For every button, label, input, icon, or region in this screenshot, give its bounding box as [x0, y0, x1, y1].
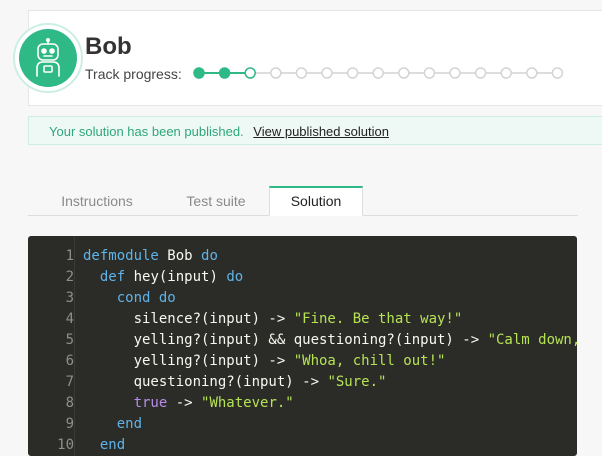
code-token: "Calm down, — [487, 332, 577, 348]
code-line: yelling?(input) -> "Whoa, chill out!" — [83, 351, 577, 372]
code-token: do — [158, 290, 176, 306]
progress-step — [244, 67, 256, 79]
line-number: 5 — [65, 332, 74, 348]
code-line: yelling?(input) && questioning?(input) -… — [83, 330, 577, 351]
code-token: "Whoa, chill out!" — [293, 353, 446, 369]
code-token: yelling?(input) && questioning?(input) -… — [83, 332, 488, 348]
progress-step — [398, 67, 410, 79]
exercise-header: Bob Track progress: — [13, 10, 602, 106]
code-token: def — [99, 269, 126, 285]
tab-instructions[interactable]: Instructions — [28, 186, 166, 214]
progress-step — [551, 67, 564, 79]
tab-test-suite[interactable]: Test suite — [166, 186, 266, 214]
avatar-ring — [13, 23, 83, 93]
code-lines: defmodule Bob do def hey(input) do cond … — [83, 246, 577, 456]
code-token: questioning?(input) -> — [83, 374, 328, 390]
exercise-title: Bob — [85, 33, 132, 60]
code-token: end — [116, 416, 143, 432]
progress-step — [218, 67, 231, 79]
code-token: end — [99, 437, 126, 453]
line-number: 7 — [65, 374, 74, 390]
progress-step — [526, 67, 538, 79]
progress-step — [270, 67, 282, 79]
robot-icon — [36, 38, 60, 77]
track-progress-bar — [193, 67, 564, 79]
code-line: end — [83, 435, 577, 456]
progress-step — [474, 67, 487, 79]
code-token: defmodule — [83, 248, 159, 264]
code-line: def hey(input) do — [83, 267, 577, 288]
code-line: silence?(input) -> "Fine. Be that way!" — [83, 309, 577, 330]
code-token: "Whatever." — [201, 395, 294, 411]
line-number: 6 — [65, 353, 74, 369]
code-line: cond do — [83, 288, 577, 309]
line-number: 10 — [57, 437, 74, 453]
progress-step — [423, 67, 436, 79]
exercise-tabs: Instructions Test suite Solution — [28, 186, 578, 216]
code-token: -> — [167, 395, 202, 411]
progress-step — [500, 67, 512, 79]
published-banner: Your solution has been published. View p… — [28, 116, 602, 145]
code-token: Bob — [158, 248, 202, 264]
track-progress-label: Track progress: — [85, 66, 182, 82]
progress-step — [193, 67, 205, 79]
line-number: 9 — [65, 416, 74, 432]
code-token: cond — [116, 290, 151, 306]
solution-code-block: 1 2 3 4 5 6 7 8 9 10 defmodule Bob do def hey(inp… — [28, 236, 577, 456]
code-line: defmodule Bob do — [83, 246, 577, 267]
code-token: do — [226, 269, 244, 285]
progress-step — [346, 67, 359, 79]
view-published-solution-link[interactable]: View published solution — [253, 124, 389, 139]
line-numbers: 1 2 3 4 5 6 7 8 9 10 — [28, 246, 74, 456]
line-number: 3 — [65, 290, 74, 306]
line-number: 2 — [65, 269, 74, 285]
code-token: do — [201, 248, 218, 264]
progress-step — [449, 67, 461, 79]
line-number: 1 — [65, 248, 74, 264]
progress-step — [372, 67, 384, 79]
line-number: 4 — [65, 311, 74, 327]
gutter-divider — [74, 236, 75, 456]
code-token: hey(input) — [125, 269, 227, 285]
code-line: questioning?(input) -> "Sure." — [83, 372, 577, 393]
code-token: yelling?(input) -> — [83, 353, 294, 369]
code-token: "Fine. Be that way!" — [293, 311, 463, 327]
tab-solution[interactable]: Solution — [269, 186, 363, 216]
progress-step — [295, 67, 308, 79]
code-token: true — [133, 395, 168, 411]
progress-step — [321, 67, 333, 79]
avatar — [19, 29, 77, 87]
code-line: true -> "Whatever." — [83, 393, 577, 414]
code-token: silence?(input) -> — [83, 311, 294, 327]
code-line: end — [83, 414, 577, 435]
line-number: 8 — [65, 395, 74, 411]
code-token: "Sure." — [327, 374, 387, 390]
published-message: Your solution has been published. — [49, 124, 244, 139]
